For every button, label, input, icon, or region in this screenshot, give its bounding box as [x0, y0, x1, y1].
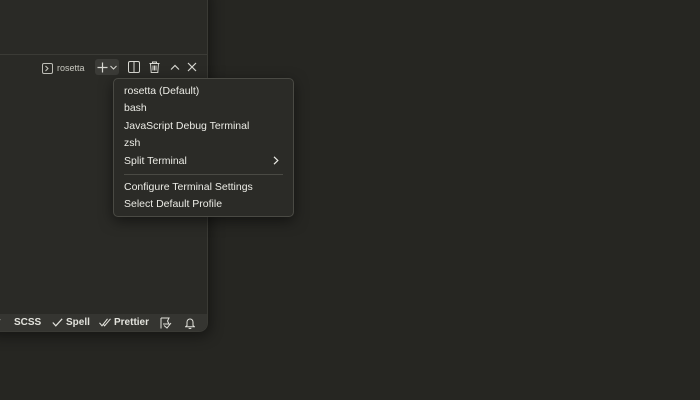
menu-item-select-default-profile[interactable]: Select Default Profile: [118, 196, 289, 213]
prettier-label: Prettier: [114, 317, 150, 328]
status-bar: ᐩ SCSS Spell Prettier: [0, 314, 207, 331]
split-icon[interactable]: [127, 60, 141, 74]
menu-item-javascript-debug-terminal[interactable]: JavaScript Debug Terminal: [118, 117, 289, 134]
menu-item-label: Split Terminal: [124, 154, 187, 167]
menu-item-label: Configure Terminal Settings: [124, 180, 253, 193]
trash-icon[interactable]: [147, 60, 161, 74]
double-check-icon: [99, 318, 111, 327]
menu-separator: [124, 174, 283, 175]
terminal-tab[interactable]: rosetta: [42, 61, 85, 75]
check-icon: [52, 318, 63, 327]
menu-item-label: Select Default Profile: [124, 198, 223, 210]
chevron-up-icon[interactable]: [168, 60, 182, 74]
terminal-icon: [42, 62, 53, 74]
menu-item-label: zsh: [124, 137, 141, 149]
menu-item-split-terminal[interactable]: Split Terminal: [118, 152, 289, 169]
new-terminal-dropdown-button[interactable]: [95, 59, 119, 75]
close-icon[interactable]: [185, 60, 199, 74]
menu-item-label: bash: [124, 102, 147, 114]
chevron-down-icon: [110, 65, 117, 70]
spell-label: Spell: [66, 317, 90, 328]
language-mode[interactable]: SCSS: [14, 314, 41, 331]
spell-status[interactable]: Spell: [52, 314, 90, 331]
editor-area: [0, 0, 207, 55]
menu-item-label: JavaScript Debug Terminal: [124, 119, 250, 132]
menu-item-label: rosetta (Default): [124, 84, 200, 97]
menu-item-configure-terminal-settings[interactable]: Configure Terminal Settings: [118, 178, 289, 195]
terminal-tab-label: rosetta: [57, 63, 85, 73]
menu-item-zsh[interactable]: zsh: [118, 135, 289, 152]
new-terminal-dropdown-menu: rosetta (Default) bash JavaScript Debug …: [113, 78, 294, 217]
chevron-right-icon: [273, 156, 279, 168]
terminal-panel-toolbar: rosetta: [0, 59, 207, 77]
plus-icon: [97, 62, 108, 73]
menu-item-bash[interactable]: bash: [118, 100, 289, 117]
menu-item-rosetta-default[interactable]: rosetta (Default): [118, 82, 289, 99]
prettier-status[interactable]: Prettier: [99, 314, 149, 331]
feedback-icon[interactable]: [160, 314, 172, 331]
bell-icon[interactable]: [185, 314, 195, 331]
statusbar-fragment: ᐩ: [0, 314, 1, 331]
